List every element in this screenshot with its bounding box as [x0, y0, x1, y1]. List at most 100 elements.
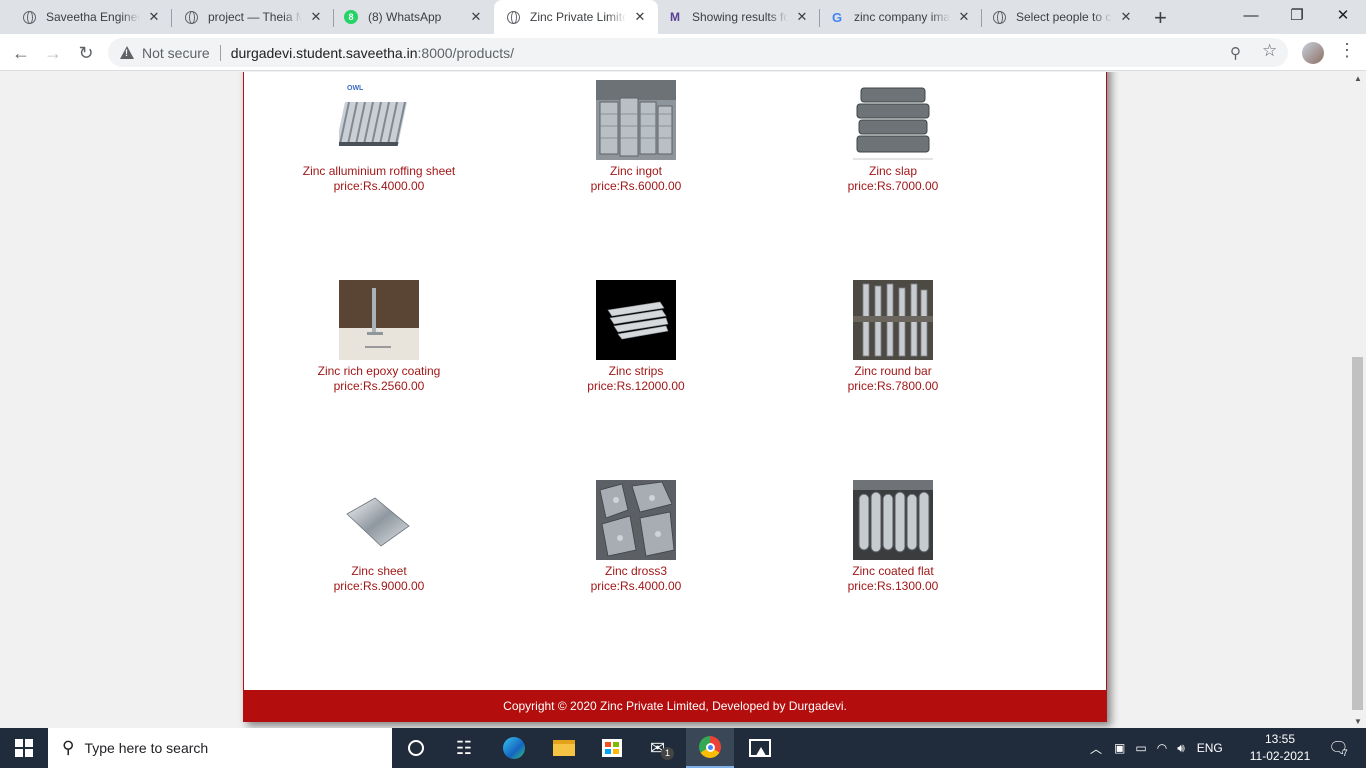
menu-dots-icon[interactable]: ⋮ [1338, 40, 1356, 61]
globe-icon [22, 10, 36, 24]
chrome-icon[interactable] [686, 728, 734, 768]
tab-theia[interactable]: project — Theia Meta ✕ [162, 0, 334, 34]
forward-button[interactable]: → [40, 40, 66, 66]
battery-icon[interactable]: ▭ [1135, 741, 1146, 755]
product-name[interactable]: Zinc dross3 [526, 564, 746, 579]
product-card[interactable]: Zinc strips price:Rs.12000.00 [526, 280, 746, 394]
meet-now-icon[interactable]: ▣ [1114, 741, 1125, 755]
minimize-button[interactable]: — [1228, 0, 1274, 30]
clock-date: 11-02-2021 [1249, 749, 1311, 763]
page-scrollbar[interactable]: ▲ ▼ [1350, 72, 1366, 728]
notification-icon[interactable]: 🗨︎ 7 [1316, 728, 1360, 768]
task-view-icon[interactable]: ☷ [440, 728, 488, 768]
corrugated-sheet-image: OWL [339, 80, 419, 160]
page-viewport: OWL Zinc alluminium roffing sheet price:… [0, 72, 1350, 728]
close-icon[interactable]: ✕ [146, 9, 162, 25]
tab-title: project — Theia Meta [208, 10, 302, 24]
tab-google-search[interactable]: G zinc company images ✕ [818, 0, 982, 34]
product-price: price:Rs.6000.00 [590, 179, 682, 193]
tab-strip: Saveetha Engineering ✕ project — Theia M… [0, 0, 1366, 34]
tab-select-people[interactable]: Select people to chat ✕ [980, 0, 1144, 34]
tab-title: Showing results for [692, 10, 788, 24]
product-price: price:Rs.4000.00 [333, 179, 425, 193]
product-card[interactable]: Zinc sheet price:Rs.9000.00 [269, 480, 489, 594]
page-footer: Copyright © 2020 Zinc Private Limited, D… [244, 690, 1106, 722]
close-icon[interactable]: ✕ [794, 9, 810, 25]
product-card[interactable]: Zinc rich epoxy coating price:Rs.2560.00 [269, 280, 489, 394]
mail-badge: 1 [661, 746, 675, 760]
edge-icon[interactable] [490, 728, 538, 768]
close-icon[interactable]: ✕ [468, 9, 484, 25]
product-price: price:Rs.7800.00 [847, 379, 939, 393]
dross-image [596, 480, 676, 560]
new-tab-button[interactable]: + [1154, 5, 1167, 31]
reload-button[interactable]: ↻ [73, 40, 99, 66]
product-name[interactable]: Zinc slap [783, 164, 1003, 179]
tab-title: zinc company images [854, 10, 950, 24]
tab-zinc[interactable]: Zinc Private Limited ✕ [494, 0, 658, 34]
start-button[interactable] [0, 728, 48, 768]
clock-time: 13:55 [1264, 732, 1296, 746]
url-path: :8000/products/ [417, 44, 515, 61]
language-indicator[interactable]: ENG [1197, 741, 1223, 755]
slab-stack-image [853, 80, 933, 160]
product-card[interactable]: Zinc coated flat price:Rs.1300.00 [783, 480, 1003, 594]
scroll-up-arrow-icon[interactable]: ▲ [1354, 74, 1362, 83]
security-label: Not secure [142, 44, 210, 61]
globe-icon [506, 10, 520, 24]
tab-saveetha[interactable]: Saveetha Engineering ✕ [0, 0, 172, 34]
product-price: price:Rs.4000.00 [590, 579, 682, 593]
cortana-icon[interactable] [392, 728, 440, 768]
photos-icon[interactable] [736, 728, 784, 768]
product-name[interactable]: Zinc strips [526, 364, 746, 379]
close-icon[interactable]: ✕ [1118, 9, 1134, 25]
globe-icon [992, 10, 1006, 24]
taskbar-search[interactable]: ⚲ Type here to search [48, 728, 392, 768]
tab-title: (8) WhatsApp [368, 10, 442, 24]
product-card[interactable]: Zinc round bar price:Rs.7800.00 [783, 280, 1003, 394]
product-card[interactable]: OWL Zinc alluminium roffing sheet price:… [269, 80, 489, 194]
product-name[interactable]: Zinc rich epoxy coating [269, 364, 489, 379]
system-tray: ︿ ▣ ▭ ◠ 🔊︎ ENG [1090, 728, 1223, 768]
address-bar[interactable]: Not secure durgadevi.student.saveetha.in… [108, 38, 1288, 67]
round-bars-image [853, 280, 933, 360]
scroll-down-arrow-icon[interactable]: ▼ [1354, 717, 1362, 726]
product-name[interactable]: Zinc coated flat [783, 564, 1003, 579]
scroll-thumb[interactable] [1352, 357, 1363, 710]
product-card[interactable]: Zinc slap price:Rs.7000.00 [783, 80, 1003, 194]
restore-button[interactable]: ❐ [1274, 0, 1320, 30]
close-icon[interactable]: ✕ [632, 9, 648, 25]
product-name[interactable]: Zinc round bar [783, 364, 1003, 379]
product-name[interactable]: Zinc ingot [526, 164, 746, 179]
tab-whatsapp[interactable]: 8 (8) WhatsApp ✕ [322, 0, 494, 34]
whatsapp-icon: 8 [344, 10, 358, 24]
file-explorer-icon[interactable] [540, 728, 588, 768]
mail-icon[interactable]: ✉ 1 [638, 728, 686, 768]
bookmark-star-icon[interactable]: ☆ [1262, 41, 1277, 61]
product-name[interactable]: Zinc sheet [269, 564, 489, 579]
product-price: price:Rs.1300.00 [847, 579, 939, 593]
chevron-up-icon[interactable]: ︿ [1090, 740, 1102, 757]
product-card[interactable]: Zinc ingot price:Rs.6000.00 [526, 80, 746, 194]
tab-showing-results[interactable]: M Showing results for ✕ [656, 0, 820, 34]
mu-icon: M [670, 10, 680, 24]
store-icon[interactable] [588, 728, 636, 768]
warning-icon [120, 46, 134, 59]
url-host: durgadevi.student.saveetha.in [230, 44, 418, 61]
coils-image [853, 480, 933, 560]
product-price: price:Rs.7000.00 [847, 179, 939, 193]
wifi-icon[interactable]: ◠ [1157, 741, 1167, 755]
notification-count: 7 [1342, 748, 1348, 758]
close-window-button[interactable]: ✕ [1320, 0, 1366, 30]
browser-toolbar: ← → ↻ Not secure durgadevi.student.savee… [0, 34, 1366, 71]
zoom-icon[interactable]: ⚲ [1230, 44, 1241, 62]
product-card[interactable]: Zinc dross3 price:Rs.4000.00 [526, 480, 746, 594]
ingot-stack-image [596, 80, 676, 160]
back-button[interactable]: ← [8, 40, 34, 66]
product-name[interactable]: Zinc alluminium roffing sheet [269, 164, 489, 179]
epoxy-rod-image [339, 280, 419, 360]
close-icon[interactable]: ✕ [956, 9, 972, 25]
volume-icon[interactable]: 🔊︎ [1177, 741, 1185, 756]
clock[interactable]: 13:55 11-02-2021 [1246, 731, 1314, 765]
profile-avatar[interactable] [1302, 42, 1324, 64]
